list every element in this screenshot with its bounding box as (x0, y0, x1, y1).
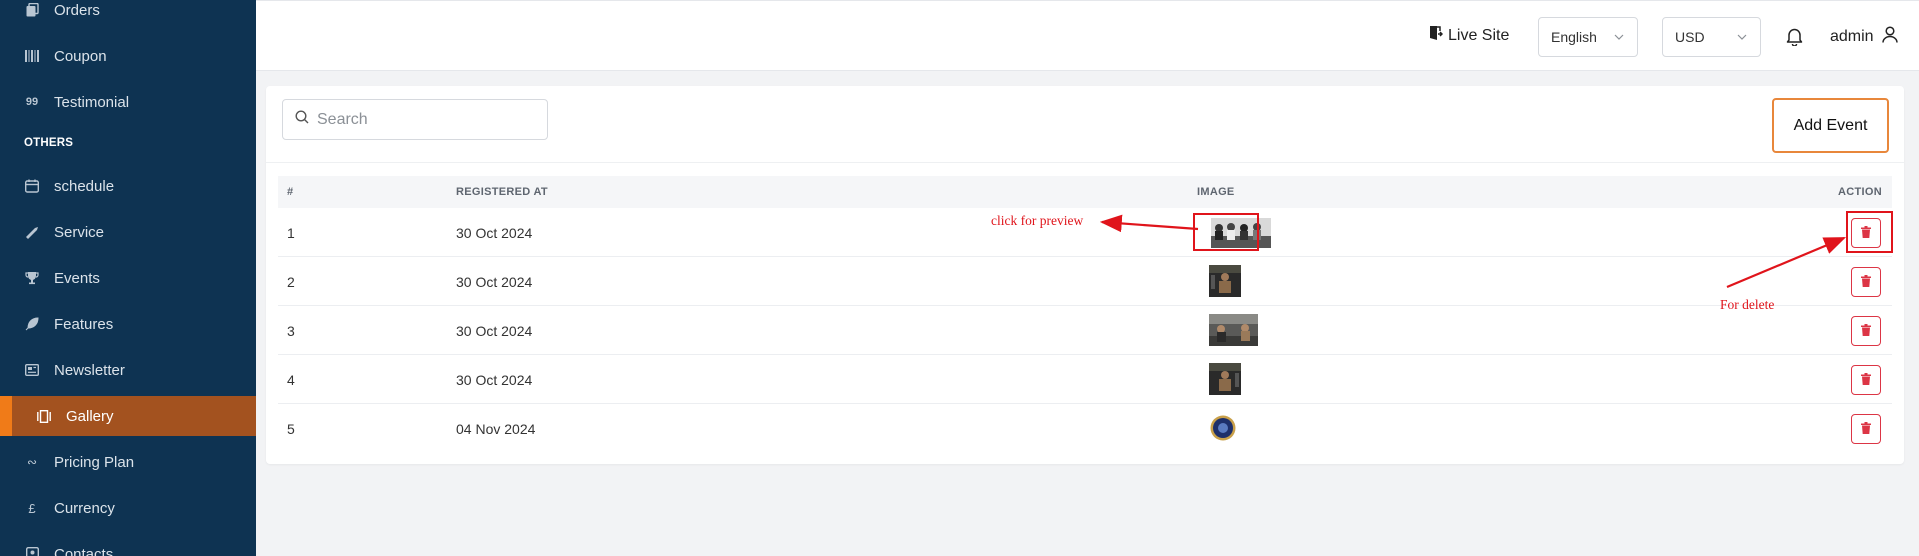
preview-highlight-box (1193, 213, 1259, 251)
live-site-label: Live Site (1448, 26, 1510, 44)
sidebar-item-label: Gallery (66, 407, 114, 425)
trash-icon (1861, 323, 1871, 339)
row-number: 2 (287, 274, 295, 290)
sidebar-item-label: Orders (54, 1, 100, 19)
sidebar-item-contacts[interactable]: Contacts (0, 534, 256, 556)
bell-icon[interactable] (1786, 27, 1803, 51)
chevron-down-icon (1613, 30, 1625, 46)
sidebar-item-label: Newsletter (54, 361, 125, 379)
sidebar-section-heading: OTHERS (24, 137, 74, 149)
language-select[interactable]: English (1538, 17, 1638, 57)
chevron-down-icon (1736, 30, 1748, 46)
gallery-thumbnail[interactable] (1209, 265, 1241, 302)
sidebar-item-pricing-plan[interactable]: ∾ Pricing Plan (0, 442, 256, 482)
live-site-link[interactable]: Live Site (1429, 25, 1509, 46)
pricing-icon: ∾ (26, 455, 38, 469)
contacts-icon (24, 546, 40, 556)
sidebar-item-label: Events (54, 269, 100, 287)
column-header-registered-at: REGISTERED AT (456, 186, 548, 198)
sidebar-item-label: Service (54, 223, 105, 241)
row-date: 30 Oct 2024 (456, 372, 533, 388)
sidebar-item-service[interactable]: Service (0, 212, 256, 252)
quote-icon: 99 (25, 96, 39, 108)
sidebar-item-label: schedule (54, 177, 115, 195)
row-number: 4 (287, 372, 295, 388)
user-icon (1881, 26, 1898, 48)
user-menu[interactable]: admin (1830, 26, 1898, 48)
sidebar-item-label: Pricing Plan (54, 453, 135, 471)
trophy-icon (24, 270, 40, 286)
delete-button[interactable] (1851, 414, 1881, 444)
sidebar-item-schedule[interactable]: schedule (0, 166, 256, 206)
sidebar-item-orders[interactable]: Orders (0, 0, 256, 30)
currency-value: USD (1675, 29, 1705, 45)
sidebar-item-testimonial[interactable]: 99 Testimonial (0, 82, 256, 122)
topbar: Live Site English USD admin (256, 0, 1919, 71)
table-row: 3 30 Oct 2024 (278, 306, 1892, 355)
trash-icon (1861, 372, 1871, 388)
table-row: 2 30 Oct 2024 (278, 257, 1892, 306)
door-exit-icon (1429, 25, 1444, 46)
sidebar-item-label: Testimonial (54, 93, 130, 111)
delete-button[interactable] (1851, 316, 1881, 346)
preview-annotation: click for preview (991, 213, 1084, 228)
search-input[interactable] (317, 110, 537, 129)
sidebar-item-label: Coupon (54, 47, 107, 65)
table-row: 4 30 Oct 2024 (278, 355, 1892, 404)
delete-annotation: For delete (1720, 297, 1775, 312)
row-number: 1 (287, 225, 295, 241)
sidebar-item-label: Contacts (54, 545, 114, 556)
delete-highlight-box (1846, 211, 1893, 253)
column-header-action: ACTION (1838, 186, 1882, 198)
pound-icon: £ (28, 500, 36, 516)
row-number: 5 (287, 421, 295, 437)
table-row: 1 30 Oct 2024 (278, 208, 1892, 257)
sidebar: Orders Coupon 99 Testimonial OTHERS sche… (0, 0, 256, 556)
delete-button[interactable] (1851, 365, 1881, 395)
add-event-button[interactable]: Add Event (1772, 98, 1889, 153)
column-header-image: IMAGE (1197, 186, 1235, 198)
search-icon (295, 110, 309, 129)
gallery-card: Add Event # REGISTERED AT IMAGE ACTION 1… (266, 86, 1904, 464)
gallery-thumbnail[interactable] (1209, 363, 1241, 400)
delete-button[interactable] (1851, 267, 1881, 297)
language-value: English (1551, 29, 1597, 45)
trash-icon (1861, 421, 1871, 437)
tools-icon (24, 224, 40, 240)
feather-icon (24, 316, 40, 332)
calendar-icon (24, 178, 40, 194)
barcode-icon (24, 48, 40, 64)
sidebar-item-label: Currency (54, 499, 115, 517)
sidebar-item-currency[interactable]: £ Currency (0, 488, 256, 528)
newspaper-icon (24, 362, 40, 378)
column-header-number: # (287, 186, 294, 198)
row-number: 3 (287, 323, 295, 339)
divider (266, 162, 1904, 163)
gallery-thumbnail[interactable] (1209, 314, 1258, 351)
table-header: # REGISTERED AT IMAGE ACTION (278, 176, 1892, 208)
table-row: 5 04 Nov 2024 (278, 404, 1892, 453)
gallery-icon (36, 408, 52, 424)
row-date: 30 Oct 2024 (456, 323, 533, 339)
sidebar-item-gallery[interactable]: Gallery (0, 396, 256, 436)
row-date: 30 Oct 2024 (456, 274, 533, 290)
sidebar-item-coupon[interactable]: Coupon (0, 36, 256, 76)
search-box[interactable] (282, 99, 548, 140)
trash-icon (1861, 274, 1871, 290)
sidebar-item-newsletter[interactable]: Newsletter (0, 350, 256, 390)
user-name: admin (1830, 28, 1874, 45)
sidebar-item-label: Features (54, 315, 114, 333)
row-date: 04 Nov 2024 (456, 421, 536, 437)
copy-icon (24, 2, 40, 18)
sidebar-item-features[interactable]: Features (0, 304, 256, 344)
gallery-thumbnail[interactable] (1210, 415, 1236, 446)
sidebar-item-events[interactable]: Events (0, 258, 256, 298)
currency-select[interactable]: USD (1662, 17, 1761, 57)
row-date: 30 Oct 2024 (456, 225, 533, 241)
